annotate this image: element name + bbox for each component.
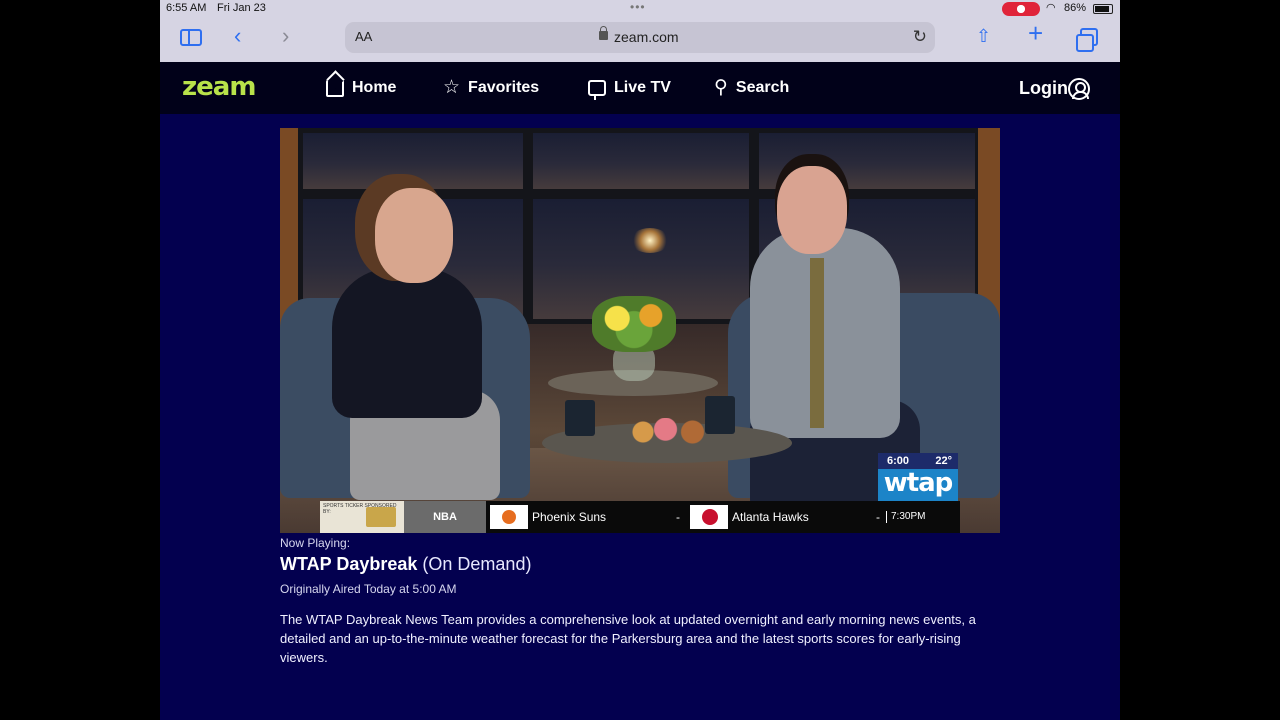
nav-favorites-label: Favorites: [468, 79, 540, 96]
wifi-icon: ◠: [1046, 2, 1056, 14]
status-date: Fri Jan 23: [217, 2, 266, 14]
anchor-man: [750, 228, 900, 438]
logo-part-2: am: [212, 72, 257, 102]
program-info: Now Playing: WTAP Daybreak (On Demand) O…: [280, 535, 1010, 667]
flowers: [592, 296, 676, 352]
program-title: WTAP Daybreak: [280, 554, 418, 574]
nav-live-tv-label: Live TV: [614, 79, 671, 96]
ticker-team-2-name: Atlanta Hawks: [732, 510, 809, 524]
multitasking-dots-icon[interactable]: •••: [630, 0, 646, 14]
user-account-icon[interactable]: [1068, 78, 1090, 100]
ticker-team-1-score: -: [676, 510, 680, 524]
wtap-logo: wtap: [878, 469, 958, 501]
login-button[interactable]: Login: [1019, 78, 1068, 99]
battery-percent: 86%: [1064, 2, 1087, 14]
ticker-team-2: Atlanta Hawks -: [686, 501, 886, 533]
nav-search-label: Search: [735, 79, 790, 96]
battery-icon: [1093, 4, 1113, 14]
nav-search[interactable]: ⚲ Search: [714, 76, 789, 100]
new-tab-icon[interactable]: +: [1028, 20, 1043, 46]
address-bar[interactable]: AA zeam.com ↻: [345, 22, 935, 53]
anchor-man-tie: [810, 258, 824, 428]
program-description: The WTAP Daybreak News Team provides a c…: [280, 612, 976, 665]
star-icon: ☆: [443, 77, 461, 98]
program-mode: (On Demand): [422, 554, 532, 574]
program-title-line: WTAP Daybreak (On Demand): [280, 554, 1010, 575]
search-icon: ⚲: [714, 77, 728, 98]
screen-recording-icon[interactable]: [1002, 2, 1040, 16]
donut-plate: [625, 418, 715, 446]
suns-logo-icon: [490, 505, 528, 529]
tv-icon: [588, 80, 606, 100]
forward-button[interactable]: ›: [282, 25, 289, 47]
status-bar: 6:55 AM Fri Jan 23 ••• ◠ 86%: [160, 0, 1120, 18]
weather-temp: 22°: [935, 455, 952, 467]
anchor-woman: [332, 268, 482, 418]
ticker-game-time: 7:30PM: [886, 511, 925, 523]
ticker-team-1: Phoenix Suns -: [486, 501, 686, 533]
now-playing-label: Now Playing:: [280, 536, 351, 550]
ticker-sponsor: SPORTS TICKER SPONSORED BY:: [320, 501, 404, 533]
status-time: 6:55 AM: [166, 2, 207, 14]
logo-part-1: ze: [182, 72, 214, 102]
station-weather-bug: 6:00 22° wtap: [878, 453, 958, 501]
tabs-overview-icon[interactable]: [1076, 28, 1098, 52]
hawks-logo-icon: [690, 505, 728, 529]
site-navbar: zeam Home ☆ Favorites Live TV ⚲ Search L…: [160, 62, 1120, 114]
program-aired: Originally Aired Today at 5:00 AM: [280, 582, 457, 596]
reload-icon[interactable]: ↻: [913, 27, 927, 47]
ticker-team-1-name: Phoenix Suns: [532, 510, 607, 524]
ticker-league: NBA: [404, 501, 486, 533]
share-icon[interactable]: ⇧: [976, 26, 991, 46]
lock-icon: [599, 26, 608, 40]
anchor-woman-head: [375, 188, 453, 283]
nav-favorites[interactable]: ☆ Favorites: [443, 76, 539, 100]
anchor-man-head: [777, 166, 847, 254]
mug-left: [565, 400, 595, 436]
video-player[interactable]: 6:00 22° wtap SPORTS TICKER SPONSORED BY…: [280, 128, 1000, 533]
text-size-button[interactable]: AA: [355, 29, 372, 44]
back-button[interactable]: ‹: [234, 25, 241, 47]
home-icon: [326, 79, 344, 97]
nav-live-tv[interactable]: Live TV: [588, 76, 671, 100]
browser-toolbar: ‹ › AA zeam.com ↻ ⇧ +: [160, 18, 1120, 62]
url-text[interactable]: zeam.com: [614, 29, 679, 45]
zeam-logo[interactable]: zeam: [182, 72, 257, 102]
nav-home[interactable]: Home: [326, 76, 396, 100]
ticker-team-2-score: -: [876, 510, 880, 524]
ipad-screen: 6:55 AM Fri Jan 23 ••• ◠ 86% ‹ › AA zeam…: [160, 0, 1120, 720]
sidebar-toggle-icon[interactable]: [180, 29, 202, 46]
weather-time: 6:00: [887, 455, 910, 467]
sports-ticker: SPORTS TICKER SPONSORED BY: NBA Phoenix …: [320, 501, 960, 533]
nav-home-label: Home: [352, 79, 397, 96]
